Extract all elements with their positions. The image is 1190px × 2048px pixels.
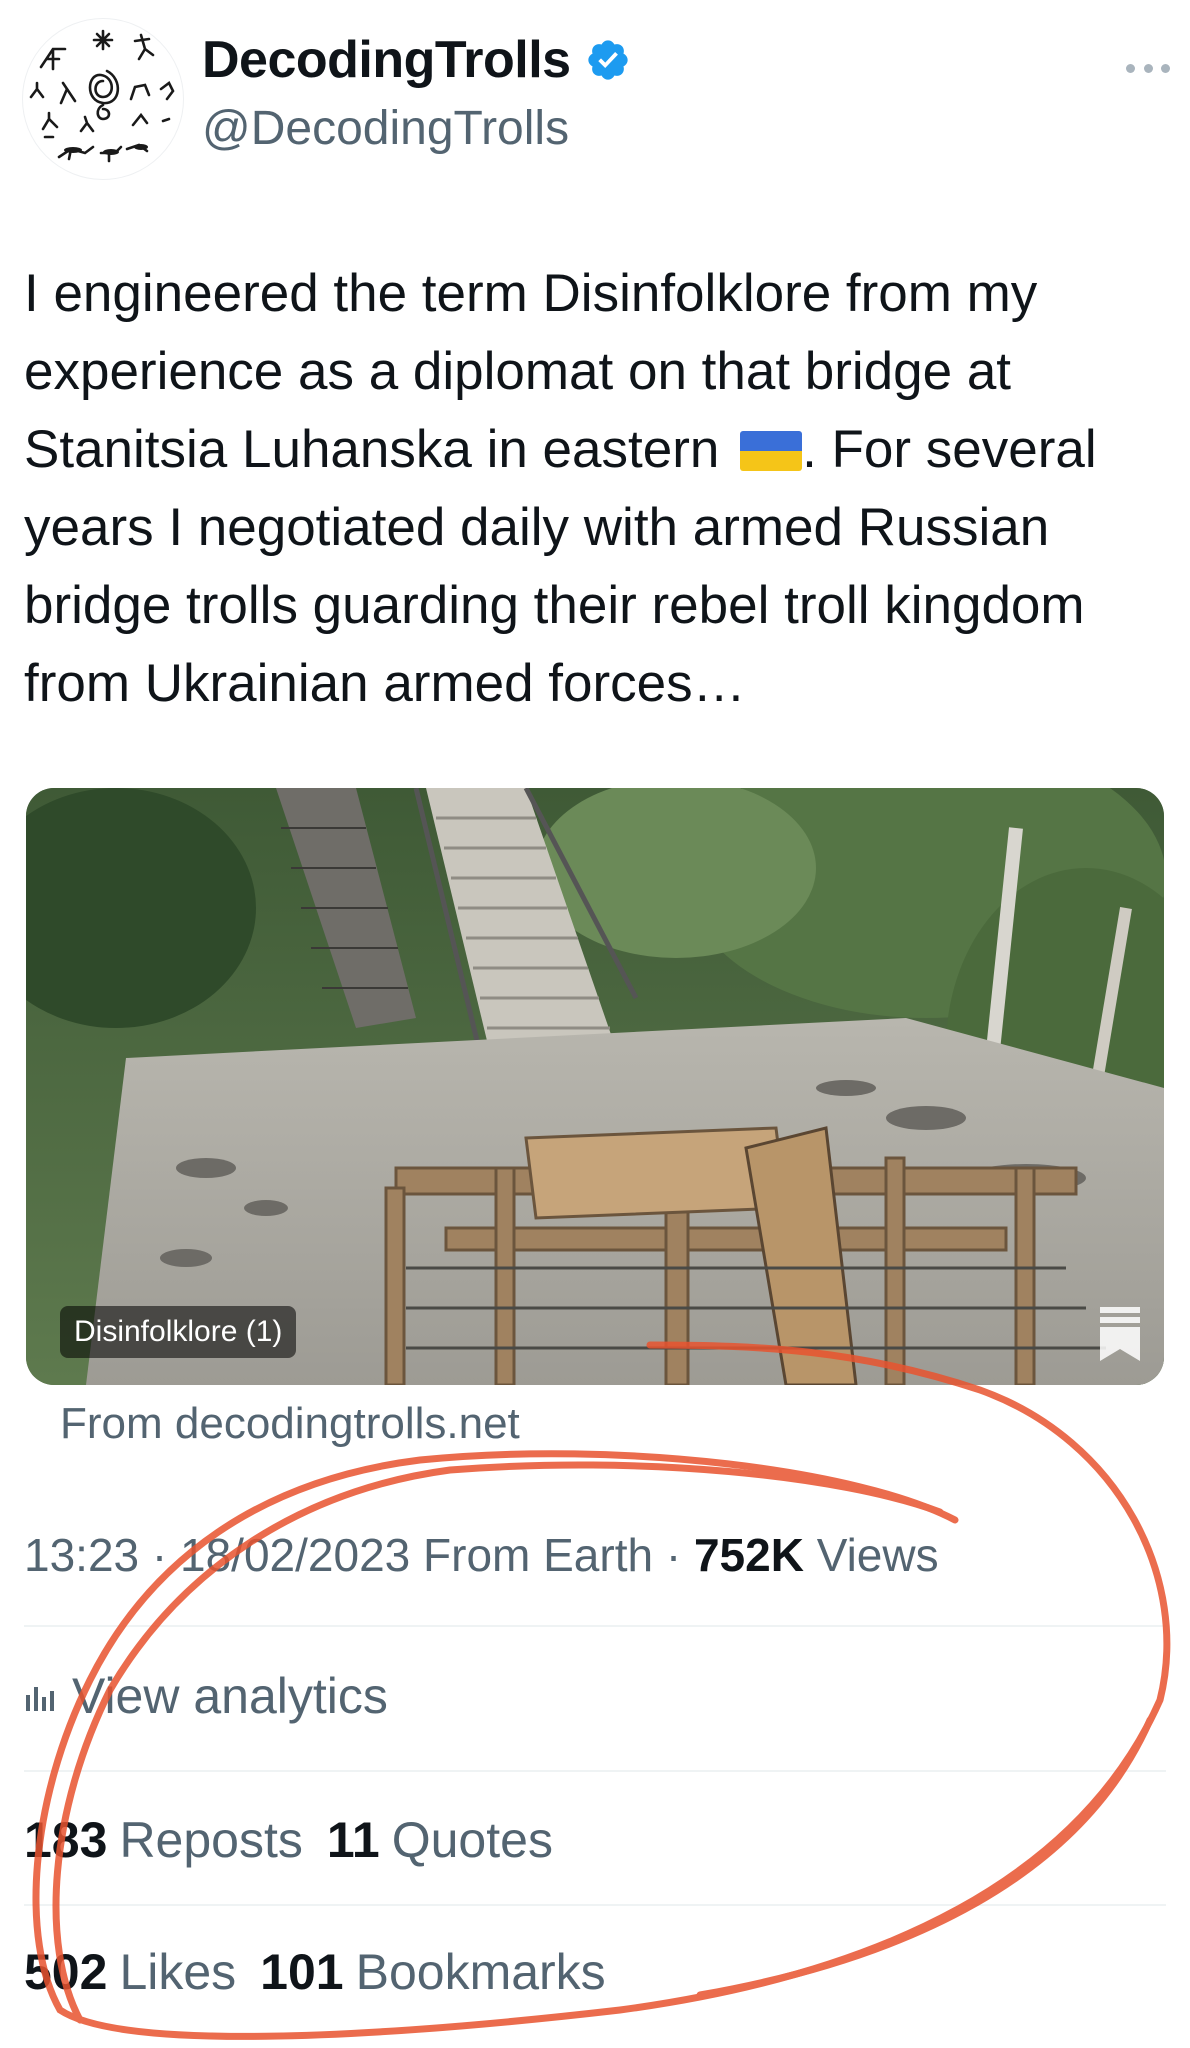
bridge-photo bbox=[26, 788, 1164, 1385]
likes-stat[interactable]: 502 Likes bbox=[24, 1942, 236, 2002]
reposts-stat[interactable]: 183 Reposts bbox=[24, 1810, 303, 1870]
tweet-date[interactable]: 18/02/2023 bbox=[180, 1529, 410, 1581]
avatar[interactable] bbox=[22, 18, 184, 180]
link-source[interactable]: From decodingtrolls.net bbox=[60, 1398, 520, 1451]
troll-glyphs-avatar-icon bbox=[29, 29, 175, 163]
quotes-stat[interactable]: 11 Quotes bbox=[327, 1810, 553, 1870]
stats-row-reposts: 183 Reposts 11 Quotes bbox=[24, 1810, 553, 1870]
quotes-label: Quotes bbox=[391, 1812, 553, 1868]
views-label: Views bbox=[816, 1529, 939, 1581]
view-analytics-button[interactable]: View analytics bbox=[24, 1666, 388, 1726]
media-card[interactable]: Disinfolklore (1) bbox=[26, 788, 1164, 1385]
bookmarks-stat[interactable]: 101 Bookmarks bbox=[260, 1942, 606, 2002]
meta-separator: · bbox=[151, 1529, 168, 1581]
analytics-bar-icon bbox=[24, 1679, 58, 1713]
tweet-text: I engineered the term Disinfolklore from… bbox=[24, 255, 1174, 723]
tweet-detail: DecodingTrolls @DecodingTrolls I enginee… bbox=[0, 0, 1190, 2048]
divider bbox=[24, 1770, 1166, 1772]
view-analytics-label: View analytics bbox=[72, 1668, 388, 1724]
meta-separator: · bbox=[665, 1529, 682, 1581]
tweet-time[interactable]: 13:23 bbox=[24, 1529, 139, 1581]
bookmarks-count: 101 bbox=[260, 1944, 344, 2000]
verified-badge-icon[interactable] bbox=[585, 37, 631, 83]
ukraine-flag-icon bbox=[740, 431, 803, 471]
display-name[interactable]: DecodingTrolls bbox=[202, 34, 571, 86]
tweet-client: From Earth bbox=[423, 1529, 654, 1581]
user-handle[interactable]: @DecodingTrolls bbox=[202, 100, 569, 158]
bookmarks-label: Bookmarks bbox=[355, 1944, 606, 2000]
likes-label: Likes bbox=[119, 1944, 237, 2000]
media-tag-label[interactable]: Disinfolklore (1) bbox=[60, 1306, 297, 1358]
quotes-count: 11 bbox=[326, 1812, 380, 1868]
dot bbox=[1143, 63, 1153, 73]
reposts-count: 183 bbox=[24, 1812, 108, 1868]
dot bbox=[1126, 63, 1135, 73]
views-count: 752K bbox=[693, 1529, 804, 1581]
bookmark-stack-icon[interactable] bbox=[1098, 1305, 1142, 1363]
likes-count: 502 bbox=[24, 1944, 108, 2000]
divider bbox=[24, 1904, 1166, 1906]
tweet-header: DecodingTrolls @DecodingTrolls bbox=[22, 18, 1170, 180]
tweet-meta: 13:23 · 18/02/2023 From Earth · 752K Vie… bbox=[24, 1528, 939, 1583]
dot bbox=[1161, 63, 1170, 73]
divider bbox=[24, 1625, 1166, 1627]
reposts-label: Reposts bbox=[119, 1812, 303, 1868]
stats-row-likes: 502 Likes 101 Bookmarks bbox=[24, 1942, 606, 2002]
more-options-icon[interactable] bbox=[1126, 58, 1170, 78]
name-row: DecodingTrolls bbox=[202, 34, 631, 86]
